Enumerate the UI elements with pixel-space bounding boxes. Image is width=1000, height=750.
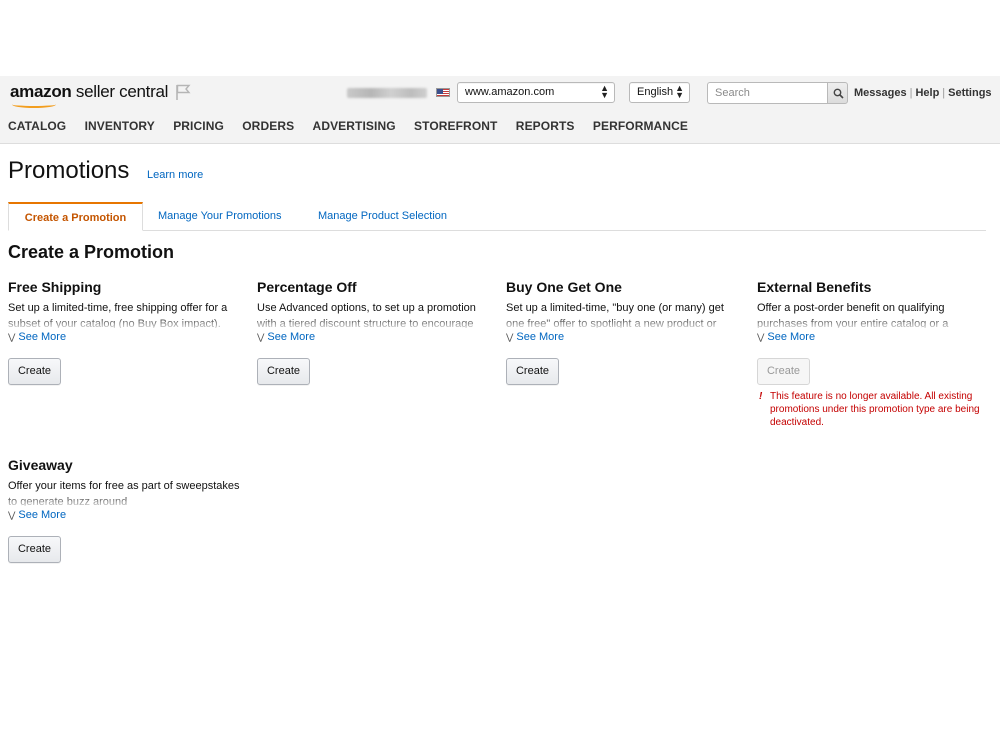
page-title: Promotions <box>8 157 130 184</box>
deprecation-warning: ! This feature is no longer available. A… <box>757 390 982 429</box>
account-name-redacted <box>347 88 427 98</box>
chevron-down-icon: ⋁ <box>757 332 765 342</box>
language-select[interactable]: English ▲ ▼ <box>629 82 690 103</box>
logo-product: seller central <box>71 82 169 101</box>
nav-item-orders[interactable]: ORDERS <box>242 119 294 133</box>
help-link[interactable]: Help <box>915 87 939 99</box>
create-percentage-off-button[interactable]: Create <box>257 358 310 385</box>
create-giveaway-button[interactable]: Create <box>8 536 61 563</box>
tab-create-promotion[interactable]: Create a Promotion <box>8 202 143 231</box>
flag-icon[interactable] <box>174 83 192 101</box>
promo-title: External Benefits <box>757 279 872 295</box>
see-more-link[interactable]: ⋁ See More <box>757 331 989 345</box>
select-arrows-icon: ▲ ▼ <box>600 83 609 100</box>
search-icon <box>833 88 844 99</box>
us-flag-icon <box>436 88 450 97</box>
promo-title: Free Shipping <box>8 279 102 295</box>
see-more-link[interactable]: ⋁ See More <box>257 331 489 345</box>
promo-description: Set up a limited-time, "buy one (or many… <box>506 302 724 328</box>
top-header: amazon seller central www.amazon.com ▲ ▼ … <box>0 76 1000 144</box>
nav-item-catalog[interactable]: CATALOG <box>8 119 66 133</box>
promo-description: Offer your items for free as part of swe… <box>8 480 240 506</box>
link-separator: | <box>909 87 913 99</box>
seller-central-logo[interactable]: amazon seller central <box>10 82 169 108</box>
promo-card-free-shipping: Free Shipping Set up a limited-time, fre… <box>8 279 240 385</box>
search-input[interactable] <box>707 82 828 104</box>
see-more-link[interactable]: ⋁ See More <box>8 509 240 523</box>
nav-item-pricing[interactable]: PRICING <box>173 119 224 133</box>
chevron-down-icon: ⋁ <box>506 332 514 342</box>
warning-text: This feature is no longer available. All… <box>770 391 980 428</box>
see-more-label: See More <box>767 331 816 343</box>
chevron-down-icon: ⋁ <box>8 332 16 342</box>
see-more-label: See More <box>18 509 67 521</box>
nav-item-storefront[interactable]: STOREFRONT <box>414 119 497 133</box>
nav-item-performance[interactable]: PERFORMANCE <box>593 119 688 133</box>
link-separator: | <box>942 87 946 99</box>
tabs-divider <box>8 230 986 231</box>
section-title: Create a Promotion <box>8 242 175 262</box>
select-arrows-icon: ▲ ▼ <box>675 83 684 100</box>
see-more-link[interactable]: ⋁ See More <box>506 331 738 345</box>
promo-description: Use Advanced options, to set up a promot… <box>257 302 476 328</box>
see-more-link[interactable]: ⋁ See More <box>8 331 240 345</box>
promo-description: Set up a limited-time, free shipping off… <box>8 302 228 328</box>
see-more-label: See More <box>516 331 565 343</box>
create-free-shipping-button[interactable]: Create <box>8 358 61 385</box>
see-more-label: See More <box>267 331 316 343</box>
learn-more-link[interactable]: Learn more <box>147 169 203 181</box>
settings-link[interactable]: Settings <box>948 87 991 99</box>
nav-item-reports[interactable]: REPORTS <box>516 119 575 133</box>
chevron-down-icon: ⋁ <box>257 332 265 342</box>
search-button[interactable] <box>827 82 848 104</box>
promo-title: Giveaway <box>8 457 73 473</box>
main-nav: CATALOG INVENTORY PRICING ORDERS ADVERTI… <box>8 119 703 133</box>
nav-item-advertising[interactable]: ADVERTISING <box>313 119 396 133</box>
logo-brand: amazon <box>10 82 72 101</box>
promo-card-giveaway: Giveaway Offer your items for free as pa… <box>8 457 240 563</box>
marketplace-value: www.amazon.com <box>465 86 555 98</box>
see-more-label: See More <box>18 331 67 343</box>
alert-icon: ! <box>759 391 763 402</box>
header-links: Messages | Help | Settings <box>854 87 992 99</box>
promo-card-buy-one-get-one: Buy One Get One Set up a limited-time, "… <box>506 279 738 385</box>
promo-title: Buy One Get One <box>506 279 622 295</box>
nav-item-inventory[interactable]: INVENTORY <box>85 119 155 133</box>
create-bogo-button[interactable]: Create <box>506 358 559 385</box>
language-value: English <box>637 86 674 98</box>
promo-card-percentage-off: Percentage Off Use Advanced options, to … <box>257 279 489 385</box>
promo-card-external-benefits: External Benefits Offer a post-order ben… <box>757 279 989 429</box>
tab-manage-promotions[interactable]: Manage Your Promotions <box>158 202 282 231</box>
chevron-down-icon: ⋁ <box>8 510 16 520</box>
promo-title: Percentage Off <box>257 279 357 295</box>
create-external-benefits-button: Create <box>757 358 810 385</box>
marketplace-select[interactable]: www.amazon.com ▲ ▼ <box>457 82 615 103</box>
messages-link[interactable]: Messages <box>854 87 907 99</box>
tab-manage-product-selection[interactable]: Manage Product Selection <box>318 202 447 231</box>
amazon-smile-icon <box>12 101 56 108</box>
promo-description: Offer a post-order benefit on qualifying… <box>757 302 949 328</box>
